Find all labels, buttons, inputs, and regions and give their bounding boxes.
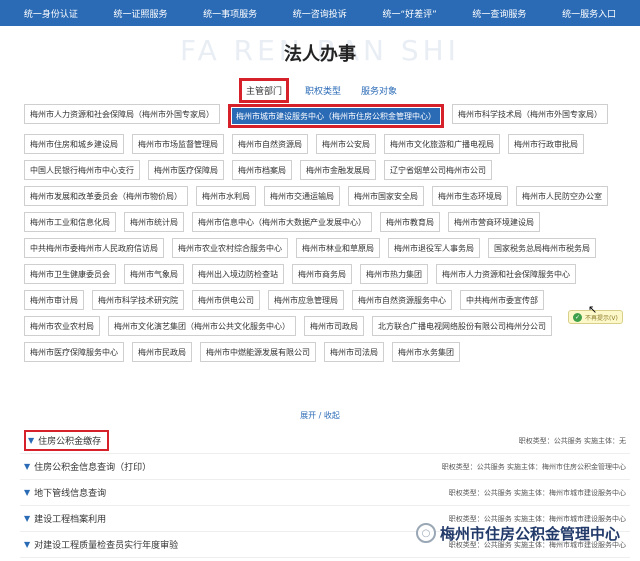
department-button[interactable]: 梅州市中燃能源发展有限公司	[200, 342, 316, 362]
service-title[interactable]: ▼ 地下管线信息查询	[24, 486, 106, 499]
department-button[interactable]: 梅州市自然资源服务中心	[352, 290, 452, 310]
expand-arrow-icon[interactable]: ▼	[24, 462, 30, 471]
department-button[interactable]: 梅州市公安局	[316, 134, 376, 154]
service-name: 地下管线信息查询	[34, 489, 107, 499]
department-button[interactable]: 梅州市退役军人事务局	[388, 238, 480, 258]
expand-collapse-link[interactable]: 展开 / 收起	[0, 410, 640, 421]
page-title: 法人办事	[284, 44, 356, 65]
nav-entry[interactable]: 统一服务入口	[562, 7, 616, 20]
department-button[interactable]: 梅州市行政审批局	[508, 134, 584, 154]
department-button[interactable]: 梅州市卫生健康委员会	[24, 264, 116, 284]
department-button[interactable]: 梅州市水利局	[196, 186, 256, 206]
service-meta: 职权类型：公共服务 实施主体：梅州市城市建设服务中心	[448, 488, 626, 497]
service-title[interactable]: ▼ 对建设工程质量检查员实行年度审验	[24, 538, 178, 551]
department-button[interactable]: 梅州市农业农村综合服务中心	[172, 238, 288, 258]
department-button[interactable]: 梅州市档案局	[232, 160, 292, 180]
expand-arrow-icon[interactable]: ▼	[24, 488, 30, 497]
service-row[interactable]: ▼ 住房公积金缴存 职权类型：公共服务 实施主体：无	[20, 428, 630, 454]
tab-department[interactable]: 主管部门	[238, 78, 289, 103]
department-button[interactable]: 梅州市农业农村局	[24, 316, 100, 336]
service-name: 住房公积金信息查询（打印）	[34, 463, 152, 473]
nav-matters[interactable]: 统一事项服务	[203, 7, 257, 20]
department-button[interactable]: 中共梅州市委宣传部	[460, 290, 544, 310]
nav-license[interactable]: 统一证照服务	[113, 7, 167, 20]
department-button[interactable]: 梅州市司政局	[304, 316, 364, 336]
nav-evaluation[interactable]: 统一“好差评”	[382, 7, 436, 20]
department-button[interactable]: 梅州市科学技术研究院	[92, 290, 184, 310]
service-title[interactable]: ▼ 住房公积金信息查询（打印）	[24, 460, 151, 473]
service-name: 建设工程档案利用	[34, 515, 107, 525]
department-button[interactable]: 梅州市水务集团	[392, 342, 460, 362]
department-button[interactable]: 梅州市国家安全局	[348, 186, 424, 206]
department-button[interactable]: 梅州市人力资源和社会保障服务中心	[436, 264, 576, 284]
service-title[interactable]: ▼ 住房公积金缴存	[24, 430, 110, 451]
tab-service-target[interactable]: 服务对象	[357, 81, 401, 100]
tab-authority-type[interactable]: 职权类型	[301, 81, 345, 100]
department-button[interactable]: 梅州市人力资源和社会保障局（梅州市外国专家局）	[24, 104, 220, 124]
department-button[interactable]: 北方联合广播电视网络股份有限公司梅州分公司	[372, 316, 552, 336]
department-button[interactable]: 梅州市商务局	[292, 264, 352, 284]
speech-bubble-icon: ○	[416, 523, 436, 543]
department-button[interactable]: 梅州市生态环境局	[432, 186, 508, 206]
service-row[interactable]: ▼ 住房公积金信息查询（打印） 职权类型：公共服务 实施主体：梅州市住房公积金管理中…	[20, 454, 630, 480]
department-button[interactable]: 梅州市营商环境建设局	[448, 212, 540, 232]
service-name: 住房公积金缴存	[38, 437, 102, 447]
department-button[interactable]: 梅州市民政局	[132, 342, 192, 362]
department-button[interactable]: 梅州市应急管理局	[268, 290, 344, 310]
department-button[interactable]: 梅州市供电公司	[192, 290, 260, 310]
department-button[interactable]: 梅州市自然资源局	[232, 134, 308, 154]
department-button[interactable]: 梅州市审计局	[24, 290, 84, 310]
department-button[interactable]: 梅州市文化演艺集团（梅州市公共文化服务中心）	[108, 316, 296, 336]
department-button[interactable]: 梅州市教育局	[380, 212, 440, 232]
department-button[interactable]: 梅州市科学技术局（梅州市外国专家局）	[452, 104, 608, 124]
expand-arrow-icon[interactable]: ▼	[24, 514, 30, 523]
watermark-text: 梅州市住房公积金管理中心	[440, 524, 621, 543]
category-tabs: 主管部门 职权类型 服务对象	[0, 78, 640, 103]
department-button[interactable]: 梅州市司法局	[324, 342, 384, 362]
mouse-cursor-icon: ↖	[588, 303, 598, 316]
service-name: 对建设工程质量检查员实行年度审验	[34, 541, 179, 551]
department-button[interactable]: 梅州出入境边防检查站	[192, 264, 284, 284]
department-button[interactable]: 梅州市热力集团	[360, 264, 428, 284]
nav-query[interactable]: 统一查询服务	[472, 7, 526, 20]
department-button[interactable]: 梅州市林业和草原局	[296, 238, 380, 258]
department-button[interactable]: 梅州市市场监督管理局	[132, 134, 224, 154]
department-button[interactable]: 梅州市医疗保障局	[148, 160, 224, 180]
service-title[interactable]: ▼ 建设工程档案利用	[24, 512, 106, 525]
department-button[interactable]: 梅州市医疗保障服务中心	[24, 342, 124, 362]
top-nav: 统一身份认证 统一证照服务 统一事项服务 统一咨询投诉 统一“好差评” 统一查询…	[0, 0, 640, 26]
department-button[interactable]: 梅州市住房和城乡建设局	[24, 134, 124, 154]
department-button[interactable]: 梅州市信息中心（梅州市大数据产业发展中心）	[192, 212, 372, 232]
nav-identity[interactable]: 统一身份认证	[24, 7, 78, 20]
service-meta: 职权类型：公共服务 实施主体：无	[518, 436, 626, 445]
hero: FA REN BAN SHI 法人办事	[0, 26, 640, 72]
department-button[interactable]: 中国人民银行梅州市中心支行	[24, 160, 140, 180]
department-button[interactable]: 梅州市统计局	[124, 212, 184, 232]
department-button[interactable]: 梅州市文化旅游和广播电视局	[384, 134, 500, 154]
department-button[interactable]: 梅州市交通运输局	[264, 186, 340, 206]
department-button[interactable]: 梅州市工业和信息化局	[24, 212, 116, 232]
expand-arrow-icon[interactable]: ▼	[24, 540, 30, 549]
nav-consult[interactable]: 统一咨询投诉	[293, 7, 347, 20]
department-button[interactable]: 中共梅州市委梅州市人民政府信访局	[24, 238, 164, 258]
department-button[interactable]: 国家税务总局梅州市税务局	[488, 238, 596, 258]
service-meta: 职权类型：公共服务 实施主体：梅州市住房公积金管理中心	[441, 462, 626, 471]
department-list: 梅州市人力资源和社会保障局（梅州市外国专家局） 梅州市城市建设服务中心（梅州市住房…	[24, 104, 620, 362]
department-button[interactable]: 梅州市气象局	[124, 264, 184, 284]
department-button[interactable]: 梅州市金融发展局	[300, 160, 376, 180]
department-button[interactable]: 梅州市人民防空办公室	[516, 186, 608, 206]
service-row[interactable]: ▼ 地下管线信息查询 职权类型：公共服务 实施主体：梅州市城市建设服务中心	[20, 480, 630, 506]
department-button[interactable]: 梅州市发展和改革委员会（梅州市物价局）	[24, 186, 188, 206]
department-button[interactable]: 辽宁省烟草公司梅州市公司	[384, 160, 492, 180]
check-icon: ✓	[573, 312, 582, 322]
account-watermark: ○ 梅州市住房公积金管理中心	[416, 519, 620, 547]
expand-arrow-icon[interactable]: ▼	[28, 436, 34, 445]
department-button[interactable]: 梅州市城市建设服务中心（梅州市住房公积金管理中心）	[228, 104, 444, 128]
